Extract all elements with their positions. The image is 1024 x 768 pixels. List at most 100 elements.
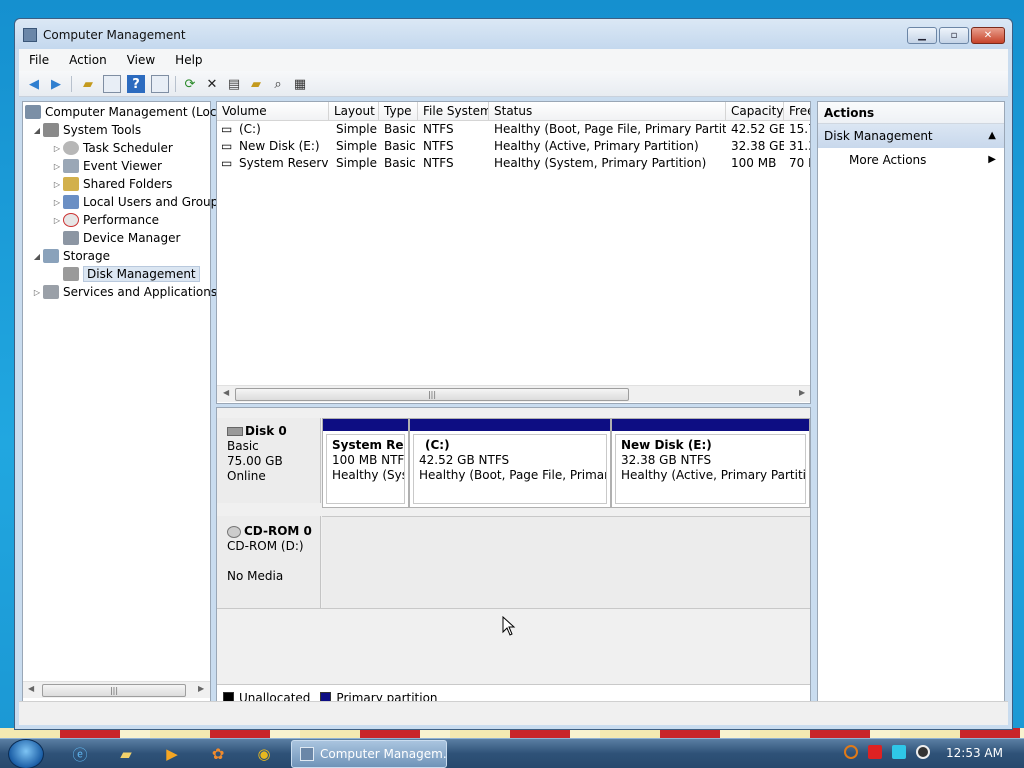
tree-item-storage[interactable]: ◢ Storage bbox=[31, 247, 110, 265]
scroll-left-icon[interactable]: ◀ bbox=[223, 388, 229, 397]
tree-item-label: Shared Folders bbox=[83, 177, 173, 191]
column-header-type[interactable]: Type bbox=[379, 102, 418, 121]
tree-item-label: System Tools bbox=[63, 123, 142, 137]
column-header-status[interactable]: Status bbox=[489, 102, 726, 121]
partition-c[interactable]: (C:) 42.52 GB NTFS Healthy (Boot, Page F… bbox=[409, 418, 611, 508]
partition-name: (C:) bbox=[425, 438, 450, 452]
properties-icon[interactable]: ▤ bbox=[225, 75, 243, 93]
tree-item-performance[interactable]: ▷ Performance bbox=[51, 211, 159, 229]
scroll-right-icon[interactable]: ▶ bbox=[799, 388, 805, 397]
chrome-icon[interactable]: ◉ bbox=[244, 742, 284, 766]
computer-management-icon bbox=[23, 28, 37, 42]
cell-free: 31.36 bbox=[789, 139, 810, 153]
more-actions-item[interactable]: More Actions ▶ bbox=[818, 148, 1004, 172]
tree-item-event-viewer[interactable]: ▷ Event Viewer bbox=[51, 157, 162, 175]
collapse-icon[interactable]: ◢ bbox=[31, 126, 43, 135]
console-tree-pane: Computer Management (Local ◢ System Tool… bbox=[22, 101, 227, 711]
close-button[interactable]: ✕ bbox=[971, 27, 1005, 44]
actions-section-label: Disk Management bbox=[824, 129, 933, 143]
expand-icon[interactable]: ▷ bbox=[51, 144, 63, 153]
menu-view[interactable]: View bbox=[117, 53, 165, 67]
scroll-thumb[interactable]: ||| bbox=[235, 388, 629, 401]
expand-icon[interactable]: ▷ bbox=[51, 180, 63, 189]
network-tray-icon[interactable] bbox=[892, 745, 906, 759]
refresh-icon[interactable]: ⟳ bbox=[181, 75, 199, 93]
tree-item-label: Device Manager bbox=[83, 231, 181, 245]
menu-file[interactable]: File bbox=[19, 53, 59, 67]
tree-item-services-and-applications[interactable]: ▷ Services and Applications bbox=[31, 283, 217, 301]
show-hide-action-pane-icon[interactable] bbox=[151, 75, 169, 93]
tree-root[interactable]: Computer Management (Local bbox=[25, 103, 227, 121]
scroll-thumb[interactable]: ||| bbox=[42, 684, 186, 697]
drive-icon: ▭ bbox=[221, 156, 233, 170]
cell-file-system: NTFS bbox=[423, 122, 454, 136]
tree-horizontal-scrollbar[interactable]: ◀ ||| ▶ bbox=[23, 681, 210, 698]
actions-section-disk-management[interactable]: Disk Management ▲ bbox=[818, 124, 1004, 148]
flag-tray-icon[interactable] bbox=[868, 745, 882, 759]
taskbar-computer-management[interactable]: Computer Managem... bbox=[291, 740, 447, 768]
partition-system-reserved[interactable]: System Rese 100 MB NTFS Healthy (Syste bbox=[322, 418, 409, 508]
volume-tray-icon[interactable] bbox=[916, 745, 930, 759]
column-header-layout[interactable]: Layout bbox=[329, 102, 379, 121]
scroll-left-icon[interactable]: ◀ bbox=[28, 684, 34, 693]
delete-icon[interactable]: ✕ bbox=[203, 75, 221, 93]
collapse-arrow-icon[interactable]: ▲ bbox=[988, 124, 996, 148]
services-icon bbox=[43, 285, 59, 299]
partition-new-disk-e[interactable]: New Disk (E:) 32.38 GB NTFS Healthy (Act… bbox=[611, 418, 810, 508]
tools-icon bbox=[43, 123, 59, 137]
media-player-icon[interactable]: ▶ bbox=[152, 742, 192, 766]
system-clock[interactable]: 12:53 AM bbox=[946, 746, 1003, 760]
partition-color-bar bbox=[410, 419, 610, 431]
clock-icon bbox=[63, 141, 79, 155]
volume-list-horizontal-scrollbar[interactable]: ◀ ||| ▶ bbox=[217, 385, 810, 402]
cell-volume: System Reserved bbox=[239, 156, 329, 170]
collapse-icon[interactable]: ◢ bbox=[31, 252, 43, 261]
hard-disk-icon bbox=[227, 427, 243, 436]
file-explorer-icon[interactable]: ▰ bbox=[106, 742, 146, 766]
tree-item-task-scheduler[interactable]: ▷ Task Scheduler bbox=[51, 139, 173, 157]
internet-explorer-icon[interactable]: ⓔ bbox=[60, 742, 100, 766]
maximize-button[interactable]: ▫ bbox=[939, 27, 969, 44]
expand-icon[interactable]: ▷ bbox=[31, 288, 43, 297]
paint-icon[interactable]: ✿ bbox=[198, 742, 238, 766]
tree-item-label: Event Viewer bbox=[83, 159, 162, 173]
expand-icon[interactable]: ▷ bbox=[51, 198, 63, 207]
tree-item-local-users-and-groups[interactable]: ▷ Local Users and Groups bbox=[51, 193, 225, 211]
up-folder-icon[interactable]: ▰ bbox=[79, 75, 97, 93]
expand-icon[interactable]: ▷ bbox=[51, 216, 63, 225]
open-folder-icon[interactable]: ▰ bbox=[247, 75, 265, 93]
menu-help[interactable]: Help bbox=[165, 53, 212, 67]
cell-status: Healthy (System, Primary Partition) bbox=[494, 156, 707, 170]
cell-type: Basic bbox=[384, 122, 416, 136]
column-header-file-system[interactable]: File System bbox=[418, 102, 489, 121]
show-hide-console-tree-icon[interactable] bbox=[103, 75, 121, 93]
search-icon[interactable]: ⌕ bbox=[269, 75, 287, 93]
scroll-right-icon[interactable]: ▶ bbox=[198, 684, 204, 693]
search-tray-icon[interactable] bbox=[844, 745, 858, 759]
column-header-free[interactable]: Free bbox=[784, 102, 810, 121]
title-bar[interactable]: Computer Management ▁ ▫ ✕ bbox=[15, 19, 1012, 49]
disk-name: Disk 0 bbox=[245, 424, 287, 438]
minimize-button[interactable]: ▁ bbox=[907, 27, 937, 44]
help-icon[interactable]: ? bbox=[127, 75, 145, 93]
status-bar bbox=[19, 701, 1008, 725]
forward-arrow-icon[interactable]: ▶ bbox=[47, 75, 65, 93]
partition-name: System Rese bbox=[332, 438, 404, 452]
actions-pane: Actions Disk Management ▲ More Actions ▶ bbox=[817, 101, 1005, 711]
tree-item-disk-management[interactable]: Disk Management bbox=[63, 265, 200, 283]
cd-rom-0-label[interactable]: CD-ROM 0 CD-ROM (D:) No Media bbox=[217, 516, 321, 608]
tree-item-shared-folders[interactable]: ▷ Shared Folders bbox=[51, 175, 172, 193]
disk-0-label[interactable]: Disk 0 Basic 75.00 GB Online bbox=[217, 418, 321, 503]
expand-icon[interactable]: ▷ bbox=[51, 162, 63, 171]
tree-item-device-manager[interactable]: Device Manager bbox=[63, 229, 180, 247]
disk-size: 75.00 GB bbox=[227, 454, 283, 468]
back-arrow-icon[interactable]: ◀ bbox=[25, 75, 43, 93]
disk-properties-icon[interactable]: ▦ bbox=[291, 75, 309, 93]
column-header-volume[interactable]: Volume bbox=[217, 102, 329, 121]
menu-action[interactable]: Action bbox=[59, 53, 117, 67]
start-button[interactable] bbox=[8, 739, 44, 768]
disk-0-partitions: System Rese 100 MB NTFS Healthy (Syste (… bbox=[322, 418, 810, 508]
tree-item-system-tools[interactable]: ◢ System Tools bbox=[31, 121, 141, 139]
column-header-capacity[interactable]: Capacity bbox=[726, 102, 784, 121]
divider bbox=[217, 608, 810, 609]
